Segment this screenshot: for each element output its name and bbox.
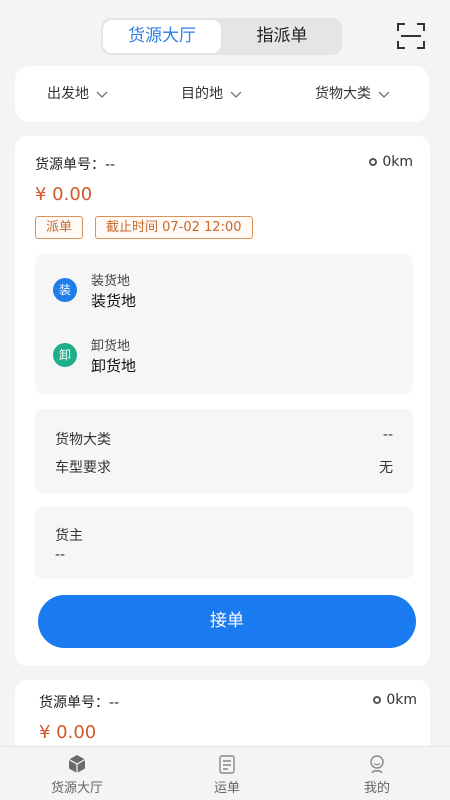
- filter-cargo-category-label: 货物大类: [315, 86, 371, 102]
- chevron-down-icon: [378, 91, 390, 98]
- owner-label: 货主: [55, 528, 83, 544]
- vehicle-requirement-key: 车型要求: [55, 460, 111, 476]
- vehicle-requirement-value: 无: [379, 460, 393, 476]
- tab-label: 我的: [363, 781, 390, 796]
- owner-block: 货主 --: [35, 507, 413, 579]
- order-number: 货源单号：--: [39, 695, 120, 711]
- cargo-details: 货物大类 -- 车型要求 无: [35, 409, 413, 493]
- bottom-tab-bar: 货源大厅 运单 我的: [0, 746, 450, 800]
- unload-label: 卸货地: [91, 339, 131, 354]
- chevron-down-icon: [96, 91, 108, 98]
- address-block: 装 装货地 装货地 卸 卸货地 卸货地: [35, 254, 413, 394]
- tab-label: 运单: [213, 781, 240, 796]
- chevron-down-icon: [230, 91, 242, 98]
- location-pin-icon: [373, 696, 382, 704]
- tag-deadline: 截止时间 07-02 12:00: [95, 216, 253, 239]
- owner-value: --: [55, 547, 66, 563]
- profile-icon: [370, 755, 384, 774]
- filter-origin[interactable]: 出发地: [47, 66, 109, 122]
- distance-value: 0km: [382, 154, 413, 170]
- load-icon: 装: [53, 278, 77, 302]
- waybill-icon: [219, 755, 235, 774]
- tag-dispatch: 派单: [35, 216, 84, 239]
- load-label: 装货地: [91, 274, 131, 289]
- price: ¥ 0.00: [35, 184, 93, 205]
- distance: 0km: [369, 154, 413, 170]
- distance: 0km: [373, 692, 417, 708]
- filter-cargo-category[interactable]: 货物大类: [315, 66, 391, 122]
- tab-assigned-orders[interactable]: 指派单: [223, 18, 341, 55]
- order-number: 货源单号：--: [35, 157, 116, 173]
- cargo-category-key: 货物大类: [55, 432, 111, 448]
- filter-destination-label: 目的地: [181, 86, 223, 102]
- load-address: 装货地: [91, 292, 137, 310]
- unload-icon: 卸: [53, 343, 77, 367]
- location-pin-icon: [369, 158, 378, 166]
- filter-origin-label: 出发地: [47, 86, 89, 102]
- segmented-control: 货源大厅 指派单: [101, 18, 342, 55]
- distance-value: 0km: [386, 692, 417, 708]
- filter-destination[interactable]: 目的地: [181, 66, 243, 122]
- unload-address: 卸货地: [91, 357, 137, 375]
- order-card[interactable]: 货源单号：-- 0km ¥ 0.00 派单 截止时间 07-02 12:00 装…: [15, 136, 430, 666]
- tab-waybill[interactable]: 运单: [172, 747, 282, 800]
- tab-label: 货源大厅: [50, 781, 103, 796]
- accept-order-button[interactable]: 接单: [38, 595, 416, 648]
- scan-icon[interactable]: [396, 22, 426, 50]
- tab-profile[interactable]: 我的: [322, 747, 432, 800]
- filter-bar: 出发地 目的地 货物大类: [15, 66, 429, 122]
- tab-cargo-hall[interactable]: 货源大厅: [103, 20, 221, 53]
- top-bar: 货源大厅 指派单: [0, 0, 450, 64]
- cargo-category-value: --: [382, 427, 393, 443]
- box-icon: [68, 755, 86, 773]
- price: ¥ 0.00: [39, 722, 97, 743]
- tab-cargo-hall-bottom[interactable]: 货源大厅: [22, 747, 132, 800]
